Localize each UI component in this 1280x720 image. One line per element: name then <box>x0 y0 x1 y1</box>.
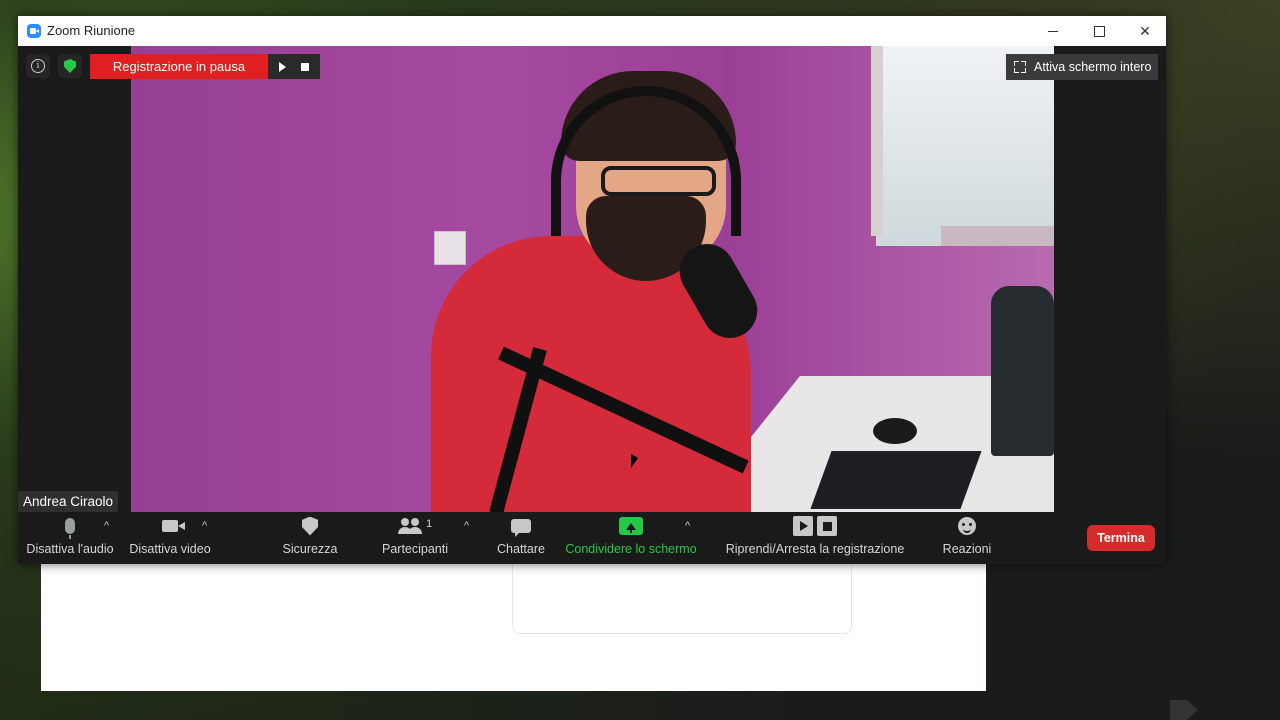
mute-audio-button[interactable]: Disattiva l'audio <box>26 512 114 564</box>
zoom-meeting-window: Zoom Riunione ✕ i Registrazione in pausa… <box>18 16 1166 564</box>
share-options-caret-icon[interactable]: ^ <box>685 520 690 532</box>
chat-button[interactable]: Chattare <box>496 512 546 564</box>
video-window-frame <box>871 46 883 236</box>
video-area: i Registrazione in pausa Attiva schermo … <box>18 46 1166 512</box>
minimize-icon <box>1048 30 1058 32</box>
background-card <box>512 560 852 634</box>
video-camera-icon <box>162 520 185 532</box>
video-mouse <box>873 418 917 444</box>
security-label: Sicurezza <box>282 542 338 556</box>
mute-audio-label: Disattiva l'audio <box>26 542 114 556</box>
meeting-status-icons: i <box>26 54 82 78</box>
maximize-icon <box>1093 25 1105 37</box>
participant-name-tag: Andrea Ciraolo <box>18 491 119 512</box>
background-document-window <box>41 560 986 691</box>
participants-icon <box>397 518 422 534</box>
audio-options-caret-icon[interactable]: ^ <box>104 520 109 532</box>
video-bottle <box>991 286 1054 456</box>
participants-button[interactable]: 1 Partecipanti <box>382 512 448 564</box>
mouse-cursor-icon <box>631 454 638 468</box>
share-screen-icon <box>619 517 643 535</box>
window-title: Zoom Riunione <box>47 23 136 38</box>
recording-label: Riprendi/Arresta la registrazione <box>725 542 905 556</box>
participants-options-caret-icon[interactable]: ^ <box>464 520 469 532</box>
smiley-icon <box>958 517 976 535</box>
video-light-switch <box>434 231 466 265</box>
maximize-button[interactable] <box>1076 16 1122 46</box>
shield-check-icon <box>64 59 76 73</box>
resume-recording-icon[interactable] <box>279 61 287 72</box>
meeting-info-button[interactable]: i <box>26 54 50 78</box>
video-options-caret-icon[interactable]: ^ <box>202 520 207 532</box>
recording-status-label: Registrazione in pausa <box>90 54 268 79</box>
reactions-button[interactable]: Reazioni <box>940 512 994 564</box>
close-icon: ✕ <box>1139 22 1151 39</box>
stop-video-button[interactable]: Disattiva video <box>129 512 211 564</box>
fullscreen-icon <box>1014 61 1026 73</box>
microphone-icon <box>65 518 75 539</box>
video-window-sill <box>941 226 1054 246</box>
stop-icon <box>817 516 837 536</box>
security-button[interactable]: Sicurezza <box>280 512 340 564</box>
resume-icon <box>793 516 813 536</box>
title-bar: Zoom Riunione ✕ <box>18 16 1166 46</box>
meeting-toolbar: Disattiva l'audio ^ Disattiva video ^ Si… <box>18 512 1166 564</box>
share-screen-label: Condividere lo schermo <box>565 542 697 556</box>
participants-count: 1 <box>425 518 433 530</box>
stop-video-label: Disattiva video <box>129 542 211 556</box>
stop-recording-icon[interactable] <box>300 62 309 71</box>
recording-controls <box>268 54 320 79</box>
chat-bubble-icon <box>511 519 531 537</box>
info-icon: i <box>31 59 45 73</box>
security-shield-icon <box>302 516 318 536</box>
fullscreen-label: Attiva schermo intero <box>1034 60 1152 74</box>
close-button[interactable]: ✕ <box>1122 16 1168 46</box>
share-screen-button[interactable]: Condividere lo schermo <box>565 512 697 564</box>
fullscreen-button[interactable]: Attiva schermo intero <box>1006 54 1158 80</box>
recording-indicator: Registrazione in pausa <box>90 54 320 79</box>
participants-label: Partecipanti <box>382 542 449 556</box>
chat-label: Chattare <box>497 542 545 556</box>
recording-button[interactable]: Riprendi/Arresta la registrazione <box>725 512 905 564</box>
participant-video[interactable] <box>131 46 1054 512</box>
reactions-label: Reazioni <box>942 542 992 556</box>
end-meeting-button[interactable]: Termina <box>1087 525 1155 551</box>
encryption-button[interactable] <box>58 54 82 78</box>
minimize-button[interactable] <box>1030 16 1076 46</box>
video-keyboard <box>810 451 982 509</box>
zoom-app-icon <box>27 24 41 38</box>
